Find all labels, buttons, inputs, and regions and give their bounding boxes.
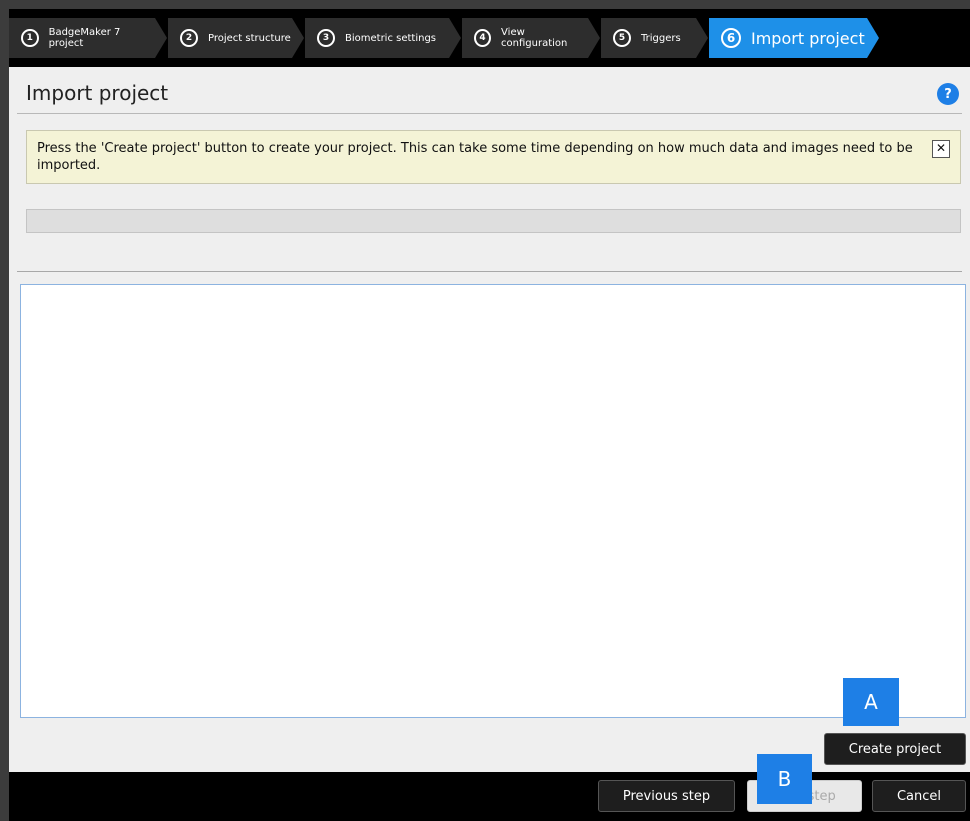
application-window: 1 BadgeMaker 7 project 2 Project structu… [0,0,970,821]
wizard-footer: Previous step Next step Cancel [9,772,970,821]
step-label: Import project [751,28,865,48]
cancel-button[interactable]: Cancel [872,780,966,812]
step-number-badge: 4 [474,29,492,47]
wizard-step-project-structure[interactable]: 2 Project structure [168,18,304,58]
info-message: Press the 'Create project' button to cre… [37,141,913,173]
import-progress-bar [26,209,961,233]
callout-b-marker: B [757,754,812,804]
wizard-step-bar: 1 BadgeMaker 7 project 2 Project structu… [9,9,970,67]
step-label: Project structure [208,32,291,44]
previous-step-button[interactable]: Previous step [598,780,735,812]
step-number-badge: 3 [317,29,335,47]
import-log-area[interactable] [20,284,966,718]
step-number-badge: 5 [613,29,631,47]
step-label: Biometric settings [345,32,437,44]
wizard-step-biometric-settings[interactable]: 3 Biometric settings [305,18,461,58]
window-border-top [0,0,970,9]
wizard-step-triggers[interactable]: 5 Triggers [601,18,708,58]
title-divider [17,113,962,114]
step-arrow-icon [449,18,461,58]
step-label: Triggers [641,32,681,44]
step-arrow-icon [155,18,167,58]
import-project-panel: Import project ? Press the 'Create proje… [9,67,970,772]
help-icon[interactable]: ? [937,83,959,105]
wizard-step-badgemaker-project[interactable]: 1 BadgeMaker 7 project [9,18,167,58]
window-border-left [0,0,9,821]
step-label: BadgeMaker 7 project [48,27,121,49]
info-banner: Press the 'Create project' button to cre… [26,130,961,184]
step-arrow-icon [696,18,708,58]
create-project-button[interactable]: Create project [824,733,966,765]
step-label: View configuration [501,27,568,49]
step-number-badge: 6 [721,28,741,48]
section-divider [17,271,962,272]
step-number-badge: 2 [180,29,198,47]
page-title: Import project [26,81,169,105]
wizard-step-view-configuration[interactable]: 4 View configuration [462,18,600,58]
callout-a-marker: A [843,678,899,726]
step-arrow-icon [292,18,304,58]
step-arrow-icon [588,18,600,58]
close-icon[interactable]: ✕ [932,140,950,158]
wizard-step-import-project[interactable]: 6 Import project [709,18,879,58]
step-arrow-icon [867,18,879,58]
step-number-badge: 1 [21,29,39,47]
